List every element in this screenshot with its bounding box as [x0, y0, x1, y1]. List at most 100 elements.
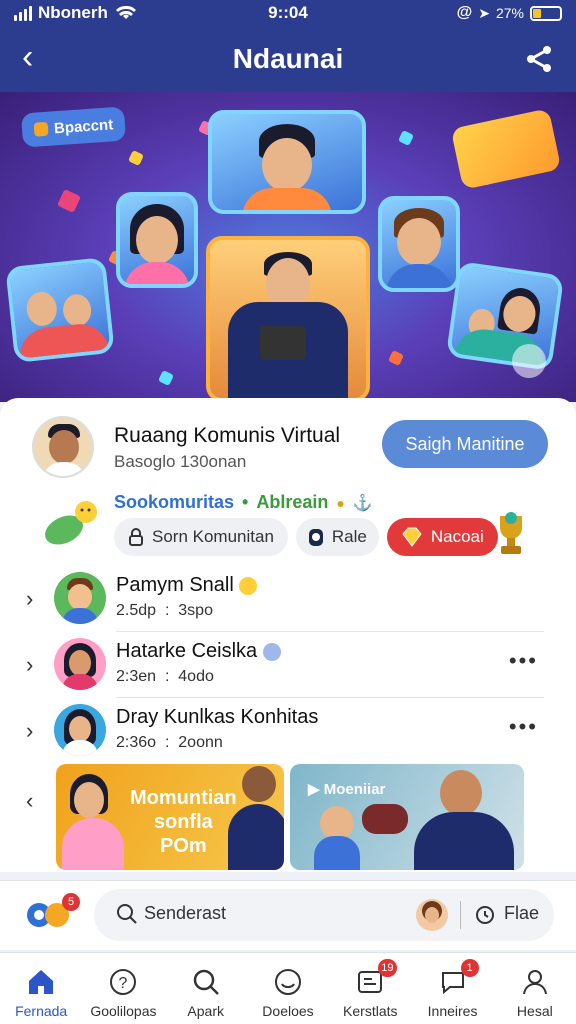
category-secondary[interactable]: Ablreain [256, 492, 328, 513]
search-input[interactable]: Senderast Flae [94, 889, 554, 941]
featured-card[interactable]: Momuntian sonfla POm [56, 764, 284, 870]
compose-bar: 5 Senderast Flae [0, 880, 576, 950]
list-item[interactable]: › Dray Kunlkas Konhitas 2:36o : 2oonn ••… [0, 700, 576, 766]
badge-icon [308, 529, 323, 546]
search-icon [193, 969, 219, 995]
avatar[interactable] [54, 638, 106, 690]
play-icon: ▶ [308, 781, 320, 798]
question-icon: ? [110, 969, 137, 995]
tab-search[interactable]: Apark [165, 953, 247, 1024]
category-primary[interactable]: Sookomuritas [114, 492, 234, 513]
tab-questions[interactable]: ? Goolilopas [82, 953, 164, 1024]
trophy-icon [500, 512, 522, 554]
verified-icon [262, 642, 281, 661]
chevron-right-icon[interactable]: › [26, 718, 33, 744]
divider [460, 901, 461, 929]
bottom-tab-bar: Fernada ? Goolilopas Apark Doeloes 19 Ke… [0, 952, 576, 1024]
category-row: Sookomuritas • Ablreain ● ⚓ [114, 492, 373, 513]
community-sheet: Ruaang Komunis Virtual Basoglo 130onan S… [0, 398, 576, 872]
tab-home[interactable]: Fernada [0, 953, 82, 1024]
member-name: Pamym Snall [116, 574, 258, 597]
category-sep: • [242, 492, 249, 512]
avatar[interactable] [416, 899, 448, 931]
smile-icon [239, 576, 258, 595]
leaf-icon [45, 501, 97, 545]
timer-icon [476, 906, 494, 924]
location-arrow-icon: ➤ [478, 4, 490, 21]
tab-label: Inneires [427, 1003, 478, 1019]
share-icon[interactable] [524, 44, 554, 74]
status-bar: Nbonerh 9::04 @ ➤ 27% [0, 0, 576, 26]
featured-card-text: ▶ Moeniiar [308, 781, 386, 798]
tab-profile[interactable]: Hesal [494, 953, 576, 1024]
signal-icon [14, 5, 32, 21]
featured-cards: ‹ Momuntian sonfla POm ▶ Moeniiar [0, 764, 576, 872]
hero-badge-icon [512, 344, 546, 378]
tab-badge: 1 [460, 959, 479, 977]
tab-emoji[interactable]: Doeloes [247, 953, 329, 1024]
chevron-right-icon[interactable]: › [26, 652, 33, 678]
member-name: Hatarke Ceislka [116, 640, 281, 663]
hero-tag-label: Bpaccnt [53, 115, 114, 137]
carrier-name: Nbonerh [38, 3, 108, 22]
tab-label: Doeloes [262, 1003, 314, 1019]
chip-premium-label: Nacoai [430, 527, 484, 546]
chip-rule-label: Rale [331, 527, 367, 546]
chip-join-label: Sorn Komunitan [152, 527, 274, 546]
tab-badge: 19 [378, 959, 397, 977]
gem-icon [402, 527, 422, 547]
chevron-right-icon[interactable]: › [26, 586, 33, 612]
chip-row: Sorn Komunitan Rale Nacoai [114, 518, 498, 556]
community-subtitle: Basoglo 130onan [114, 452, 247, 471]
tablet-icon [260, 326, 306, 360]
battery-percent: 27% [495, 5, 524, 21]
svg-text:?: ? [119, 975, 128, 992]
chip-join[interactable]: Sorn Komunitan [114, 518, 288, 556]
member-meta: 2.5dp : 3spo [116, 602, 213, 619]
anchor-icon: ⚓ [352, 494, 373, 512]
hero-photo-girl [116, 192, 198, 288]
list-item[interactable]: › Pamym Snall 2.5dp : 3spo [0, 568, 576, 634]
coin-icon [33, 121, 49, 137]
featured-card-text: Momuntian sonfla POm [130, 787, 237, 857]
list-item[interactable]: › Hatarke Ceislka 2:3en : 4odo ••• [0, 634, 576, 700]
lock-icon [129, 528, 143, 546]
tab-chat[interactable]: 1 Inneires [411, 953, 493, 1024]
tab-notes[interactable]: 19 Kerstlats [329, 953, 411, 1024]
tab-label: Kerstlats [343, 1003, 398, 1019]
chip-premium[interactable]: Nacoai [386, 518, 498, 556]
avatar[interactable] [54, 572, 106, 624]
divider [116, 697, 544, 698]
emoji-icon [274, 969, 301, 995]
profile-icon [522, 970, 547, 995]
more-icon[interactable]: ••• [509, 714, 538, 740]
tab-label: Hesal [516, 1003, 553, 1019]
hero-photo-mother [445, 261, 565, 371]
chip-rule[interactable]: Rale [295, 518, 379, 556]
member-name: Dray Kunlkas Konhitas [116, 706, 319, 728]
hero-tag: Bpaccnt [20, 106, 127, 148]
community-name: Ruaang Komunis Virtual [114, 424, 341, 447]
search-icon [117, 904, 137, 924]
crown-icon: ● [336, 494, 345, 511]
search-placeholder: Senderast [144, 903, 227, 923]
avatar[interactable] [54, 704, 106, 756]
notification-badge: 5 [62, 893, 80, 911]
divider [116, 631, 544, 632]
battery-icon [530, 5, 562, 21]
hero-card-icon [450, 108, 562, 190]
wifi-icon [115, 6, 136, 19]
tab-label: Apark [187, 1003, 224, 1019]
back-button[interactable]: ‹ [22, 40, 33, 74]
avatar[interactable] [32, 416, 94, 478]
hero-photo-kid [378, 196, 460, 292]
hero-banner: Bpaccnt [0, 92, 576, 402]
chevron-left-icon[interactable]: ‹ [26, 788, 33, 814]
follow-button[interactable]: Saigh Manitine [382, 420, 548, 468]
filter-label[interactable]: Flae [504, 903, 539, 924]
more-icon[interactable]: ••• [509, 648, 538, 674]
hero-photo-host [206, 236, 370, 402]
microphone-icon [362, 804, 408, 834]
featured-card[interactable]: ▶ Moeniiar [290, 764, 524, 870]
at-icon: @ [456, 4, 473, 21]
